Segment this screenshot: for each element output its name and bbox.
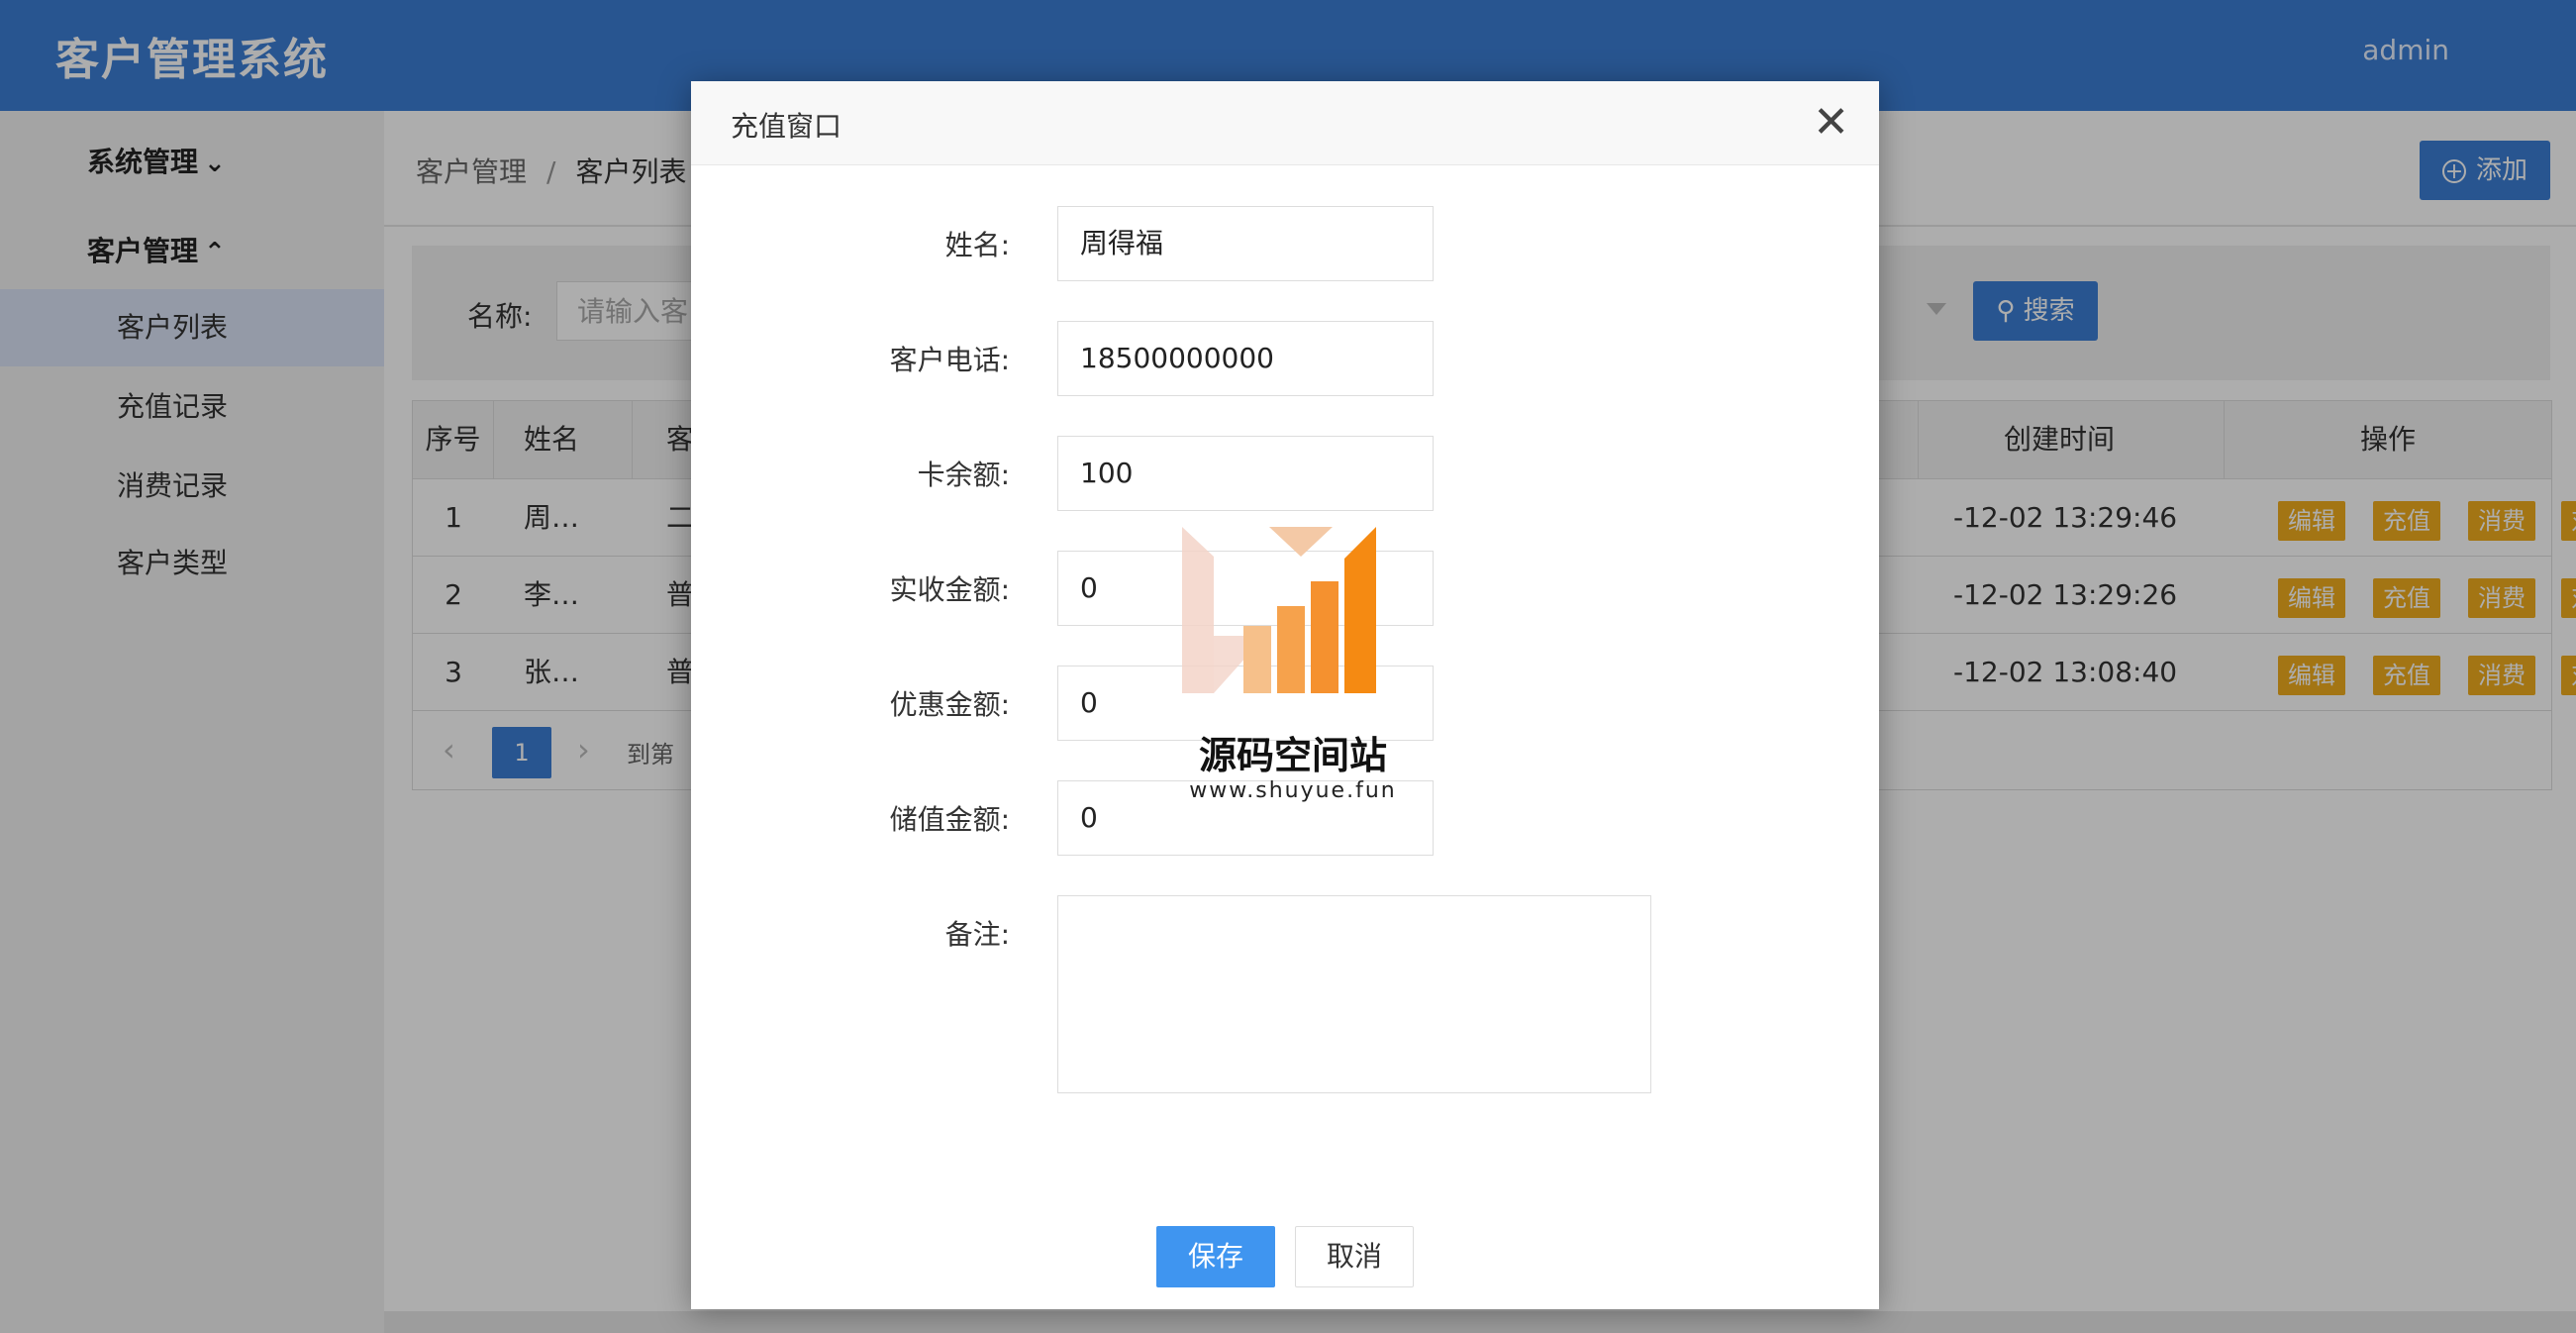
discount-amount-label: 优惠金额: [889, 688, 1010, 721]
name-label: 姓名: [944, 229, 1010, 261]
watermark-url: www.shuyue.fun [1189, 778, 1397, 803]
name-field[interactable]: 周得福 [1057, 206, 1434, 281]
stored-amount-label: 储值金额: [889, 803, 1010, 836]
remark-textarea[interactable] [1057, 895, 1651, 1093]
save-button[interactable]: 保存 [1156, 1226, 1275, 1287]
card-balance-label: 卡余额: [917, 459, 1010, 491]
remark-label: 备注: [944, 918, 1010, 951]
received-amount-label: 实收金额: [889, 573, 1010, 606]
dialog-header: 充值窗口 ✕ [691, 81, 1879, 165]
cancel-button[interactable]: 取消 [1295, 1226, 1414, 1287]
watermark-logo: 源码空间站 www.shuyue.fun [1174, 527, 1412, 883]
close-icon[interactable]: ✕ [1813, 95, 1849, 151]
recharge-dialog: 充值窗口 ✕ 姓名: 周得福 客户电话: 18500000000 卡余额: 10… [691, 81, 1879, 1309]
phone-field[interactable]: 18500000000 [1057, 321, 1434, 396]
card-balance-field[interactable]: 100 [1057, 436, 1434, 511]
watermark-name: 源码空间站 [1198, 734, 1387, 777]
phone-label: 客户电话: [889, 344, 1010, 376]
dialog-title: 充值窗口 [731, 110, 842, 143]
watermark-logo-icon [1182, 527, 1376, 693]
